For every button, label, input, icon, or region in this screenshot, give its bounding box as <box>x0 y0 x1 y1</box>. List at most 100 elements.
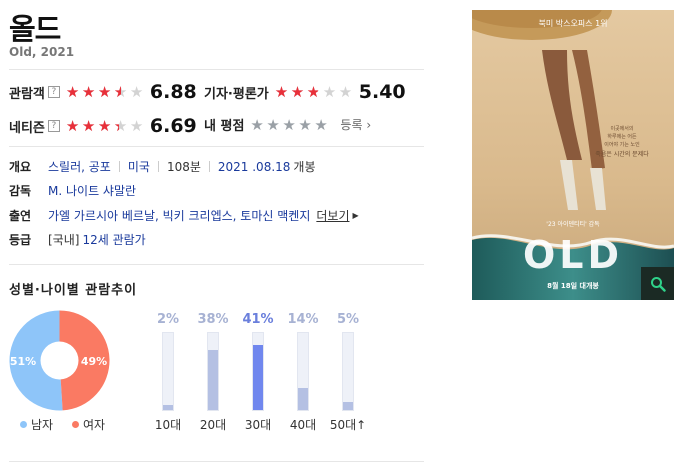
star-icon: ★★ <box>274 83 288 101</box>
my-rating: 내 평점 ★ ★ ★ ★ ★ 등록 › <box>204 115 371 135</box>
star-icon: ★★ <box>97 83 111 101</box>
cast-links[interactable]: 가엘 가르시아 베르날, 빅키 크리엡스, 토마신 맥켄지 <box>48 207 310 224</box>
cast-row: 출연 가엘 가르시아 베르날, 빅키 크리엡스, 토마신 맥켄지 더보기 ▶ <box>9 207 359 224</box>
age-bar-fill <box>298 387 308 410</box>
age-bar-percent: 5% <box>336 312 360 327</box>
female-percent-label: 49% <box>81 355 107 368</box>
poster-image: 북미 박스오피스 1위 이곳에서의 하루에는 어든 이어야 기는 노인 죽음은 … <box>472 10 674 300</box>
star-icon: ★ <box>250 115 263 134</box>
star-icon: ★★ <box>65 117 79 135</box>
legend-female: 여자 <box>72 416 105 433</box>
cast-key: 출연 <box>9 209 32 223</box>
country-link[interactable]: 미국 <box>128 158 150 175</box>
age-bar-fill <box>163 405 173 410</box>
age-bar-track <box>207 332 219 411</box>
netizen-rating: 네티즌 ? ★★★★★★★★★ 6.69 <box>9 115 197 137</box>
poster-logo: OLD <box>523 233 623 277</box>
star-icon: ★ <box>298 115 311 134</box>
age-bar-fill <box>208 349 218 410</box>
director-link[interactable]: M. 나이트 샤말란 <box>48 182 136 199</box>
star-icon: ★ <box>338 83 352 101</box>
age-bar-fill <box>343 402 353 410</box>
divider <box>9 264 424 265</box>
critic-stars: ★ ★ ★ ★ ★ ★ ★ ★ <box>275 83 355 101</box>
age-bar: 5% 50대↑ <box>328 312 368 432</box>
movie-title: 올드 <box>9 12 61 46</box>
age-bar-fill <box>253 345 263 410</box>
star-icon: ★★ <box>81 83 95 101</box>
star-icon: ★ <box>129 117 143 135</box>
caret-right-icon: ▶ <box>352 211 359 220</box>
genre-link[interactable]: 스릴러, 공포 <box>48 158 111 175</box>
critic-score: 5.40 <box>358 81 406 103</box>
help-icon[interactable]: ? <box>47 86 60 98</box>
poster-tagline-4: 죽음은 시간의 문제다 <box>595 150 649 158</box>
critic-rating: 기자·평론가 ★ ★ ★ ★ ★ ★ ★ ★ 5.40 <box>204 81 406 103</box>
age-bar-track <box>162 332 174 411</box>
age-bar-track <box>342 332 354 411</box>
my-rating-label: 내 평점 <box>204 119 245 134</box>
my-rating-stars[interactable]: ★ ★ ★ ★ ★ <box>250 116 330 134</box>
age-bar-percent: 41% <box>242 312 274 327</box>
age-bar: 2% 10대 <box>148 312 188 432</box>
runtime: 108분 <box>166 160 201 174</box>
donut-hole <box>40 341 79 380</box>
stats-title: 성별·나이별 관람추이 <box>9 283 138 298</box>
star-icon: ★ <box>322 83 336 101</box>
legend-male: 남자 <box>20 416 53 433</box>
legend-dot <box>72 421 79 428</box>
release-date-link[interactable]: 2021 .08.18 <box>218 160 291 174</box>
movie-subtitle: Old, 2021 <box>9 45 75 59</box>
rating-link[interactable]: 12세 관람가 <box>82 231 145 248</box>
netizen-stars: ★★★★★★★★★ <box>66 117 146 135</box>
chevron-right-icon: › <box>366 118 372 132</box>
rating-row: 등급 [국내] 12세 관람가 <box>9 231 146 248</box>
rating-key: 등급 <box>9 233 32 247</box>
star-icon: ★ <box>314 115 327 134</box>
register-rating-link[interactable]: 등록 › <box>340 116 371 133</box>
age-bar-track <box>297 332 309 411</box>
legend-female-label: 여자 <box>83 418 106 432</box>
age-bar: 14% 40대 <box>283 312 323 432</box>
critic-label: 기자·평론가 <box>204 86 269 102</box>
release-suffix: 개봉 <box>293 160 316 174</box>
age-bar-label: 30대 <box>244 418 272 432</box>
gender-donut-chart: 51% 49% <box>9 310 110 411</box>
search-icon <box>650 276 666 292</box>
star-icon: ★★ <box>113 83 127 101</box>
search-button[interactable] <box>641 267 674 300</box>
overview-row: 개요 스릴러, 공포 미국 108분 2021 .08.18 개봉 <box>9 158 316 175</box>
age-bar-percent: 14% <box>287 312 319 327</box>
divider <box>9 461 424 462</box>
age-bar-label: 20대 <box>199 418 227 432</box>
star-icon: ★★ <box>97 117 111 135</box>
help-icon[interactable]: ? <box>47 120 60 132</box>
audience-label: 관람객 <box>9 86 45 102</box>
divider <box>9 69 424 70</box>
star-icon: ★★ <box>65 83 79 101</box>
director-row: 감독 M. 나이트 샤말란 <box>9 182 136 199</box>
star-icon: ★ <box>282 115 295 134</box>
star-icon: ★ <box>129 83 143 101</box>
age-bar-percent: 38% <box>197 312 229 327</box>
audience-stars: ★ ★ ★ ★ ★ ★ ★ ★ ★ <box>66 83 146 101</box>
more-cast-button[interactable]: 더보기 <box>316 207 349 224</box>
poster-release-line: 8월 18일 대개봉 <box>547 281 599 290</box>
netizen-label: 네티즌 <box>9 120 45 136</box>
audience-rating: 관람객 ? ★ ★ ★ ★ ★ ★ ★ ★ ★ 6.88 <box>9 81 197 103</box>
legend-dot <box>20 421 27 428</box>
register-label[interactable]: 등록 <box>340 118 362 132</box>
star-icon: ★★ <box>290 83 304 101</box>
age-bar-label: 50대↑ <box>329 418 367 432</box>
age-bar: 38% 20대 <box>193 312 233 432</box>
age-bar: 41% 30대 <box>238 312 278 432</box>
overview-key: 개요 <box>9 160 32 174</box>
movie-poster[interactable]: 북미 박스오피스 1위 이곳에서의 하루에는 어든 이어야 기는 노인 죽음은 … <box>472 10 674 300</box>
rating-region: [국내] <box>48 233 80 247</box>
star-icon: ★★ <box>81 117 95 135</box>
age-bar-percent: 2% <box>156 312 180 327</box>
star-icon: ★ <box>266 115 279 134</box>
star-icon: ★★ <box>306 83 320 101</box>
poster-director-credit: '23 아이덴티티' 감독 <box>546 220 600 228</box>
poster-tagline-1: 이곳에서의 <box>610 125 633 132</box>
